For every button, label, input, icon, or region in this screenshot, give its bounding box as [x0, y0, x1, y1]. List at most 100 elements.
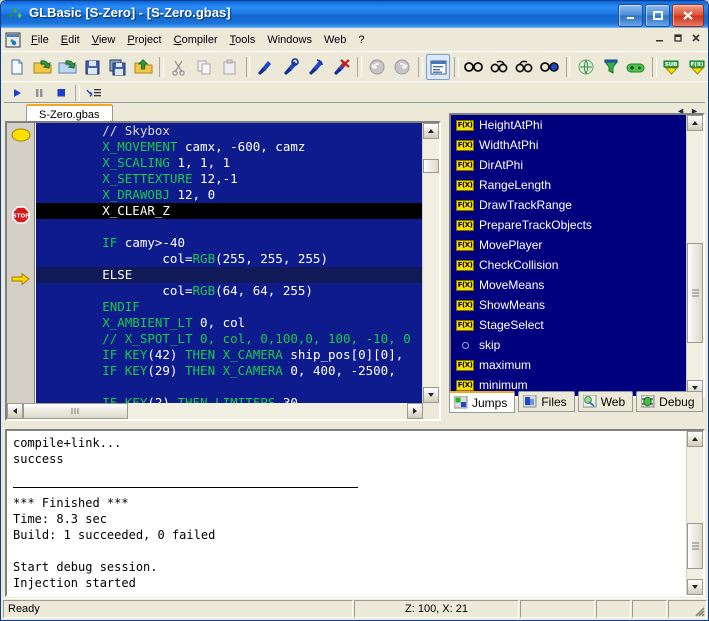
gamepad-button[interactable] [624, 54, 648, 80]
jumps-list-item[interactable]: F(X) ShowMeans [451, 295, 687, 315]
menu-view[interactable]: View [86, 32, 122, 48]
editor-vertical-scrollbar[interactable] [422, 123, 439, 403]
menu-file[interactable]: File [25, 32, 55, 48]
code-line[interactable]: col=RGB(64, 64, 255) [36, 283, 423, 299]
jumps-list-item[interactable]: F(X) DirAtPhi [451, 155, 687, 175]
code-line[interactable]: IF KEY(42) THEN X_CAMERA ship_pos[0][0], [36, 347, 423, 363]
paste-button[interactable] [217, 54, 241, 80]
jumps-list-item[interactable]: skip [451, 335, 687, 355]
jumps-vertical-scrollbar[interactable] [686, 115, 703, 396]
code-line[interactable]: X_AMBIENT_LT 0, col [36, 315, 423, 331]
editor-gutter[interactable]: STOP [7, 123, 35, 419]
code-line[interactable] [36, 219, 423, 235]
insert-sub-button[interactable]: SUB [660, 54, 684, 80]
code-line[interactable]: // Skybox [36, 123, 423, 139]
stop-build-button[interactable] [329, 54, 353, 80]
mdi-close-button[interactable] [688, 31, 704, 45]
menu-compiler[interactable]: Compiler [168, 32, 224, 48]
resize-grip-icon[interactable] [691, 603, 705, 617]
mdi-restore-button[interactable] [670, 31, 686, 45]
editor-scroll-thumb[interactable] [423, 159, 439, 173]
editor-hscroll-thumb[interactable] [23, 403, 128, 419]
jumps-list-item[interactable]: F(X) HeightAtPhi [451, 115, 687, 135]
code-line[interactable]: ELSE [36, 267, 423, 283]
tab-jumps[interactable]: Jumps [449, 391, 516, 413]
code-line[interactable]: IF camy>-40 [36, 235, 423, 251]
console-scroll-thumb[interactable] [687, 523, 703, 569]
copy-button[interactable] [192, 54, 216, 80]
menu-edit[interactable]: Edit [55, 32, 86, 48]
debug-pause-button[interactable] [28, 84, 50, 102]
jumps-list-item[interactable]: F(X) CheckCollision [451, 255, 687, 275]
code-line[interactable]: X_DRAWOBJ 12, 0 [36, 187, 423, 203]
build-button[interactable] [304, 54, 328, 80]
undo-button[interactable] [365, 54, 389, 80]
code-line[interactable] [36, 379, 423, 395]
jumps-list-item[interactable]: F(X) PrepareTrackObjects [451, 215, 687, 235]
save-all-button[interactable] [106, 54, 130, 80]
jumps-list-item[interactable]: F(X) maximum [451, 355, 687, 375]
output-console[interactable]: compile+link... success *** Finished *** T… [5, 429, 705, 597]
mdi-minimize-button[interactable] [652, 31, 668, 45]
bookmark-marker[interactable] [10, 127, 32, 143]
menu-windows[interactable]: Windows [261, 32, 318, 48]
jumps-list-item[interactable]: F(X) DrawTrackRange [451, 195, 687, 215]
find-in-files-button[interactable] [538, 54, 562, 80]
code-line[interactable]: ENDIF [36, 299, 423, 315]
compile-run-button[interactable] [279, 54, 303, 80]
compile-button[interactable] [253, 54, 277, 80]
jumps-panel[interactable]: F(X) HeightAtPhi F(X) WidthAtPhi F(X) DirAtPh… [449, 113, 705, 398]
insert-function-button[interactable]: F(X) [685, 54, 708, 80]
code-line[interactable]: IF KEY(2) THEN LIMITFPS 30 [36, 395, 423, 403]
output-window-button[interactable] [425, 54, 451, 80]
menu-tools[interactable]: Tools [224, 32, 262, 48]
code-line[interactable]: col=RGB(255, 255, 255) [36, 251, 423, 267]
jumps-scroll-up-button[interactable] [687, 115, 703, 131]
cut-button[interactable] [167, 54, 191, 80]
code-line[interactable]: X_SCALING 1, 1, 1 [36, 155, 423, 171]
console-vertical-scrollbar[interactable] [686, 431, 703, 595]
options-button[interactable] [599, 54, 623, 80]
open-file-button[interactable] [30, 54, 54, 80]
breakpoint-marker[interactable]: STOP [10, 206, 32, 224]
tab-files[interactable]: Files [518, 391, 575, 412]
maximize-button[interactable] [645, 4, 670, 27]
help-browser-button[interactable] [573, 54, 597, 80]
console-scroll-down-button[interactable] [687, 579, 703, 595]
code-editor[interactable]: STOP // Skybox X_MOVEMENT camx, -600, ca… [5, 121, 441, 421]
find-button[interactable] [462, 54, 486, 80]
editor-horizontal-scrollbar[interactable] [7, 403, 423, 419]
editor-scroll-left-button[interactable] [7, 403, 23, 419]
minimize-button[interactable] [618, 4, 643, 27]
redo-button[interactable] [390, 54, 414, 80]
code-line[interactable]: X_SETTEXTURE 12,-1 [36, 171, 423, 187]
code-text-area[interactable]: // Skybox X_MOVEMENT camx, -600, camz X_… [36, 123, 423, 403]
save-button[interactable] [81, 54, 105, 80]
find-previous-button[interactable] [512, 54, 536, 80]
jumps-list-item[interactable]: F(X) StageSelect [451, 315, 687, 335]
debug-stop-button[interactable] [50, 84, 72, 102]
editor-scroll-right-button[interactable] [407, 403, 423, 419]
tab-web[interactable]: Web [577, 391, 634, 412]
close-button[interactable] [672, 4, 704, 27]
export-button[interactable] [131, 54, 155, 80]
code-line[interactable]: X_CLEAR_Z [36, 203, 423, 219]
jumps-list-item[interactable]: F(X) MovePlayer [451, 235, 687, 255]
menu-project[interactable]: Project [121, 32, 167, 48]
open-project-button[interactable] [55, 54, 79, 80]
code-line[interactable]: X_MOVEMENT camx, -600, camz [36, 139, 423, 155]
new-file-button[interactable] [5, 54, 29, 80]
debug-run-button[interactable] [6, 84, 28, 102]
debug-step-button[interactable] [83, 84, 105, 102]
jumps-list-item[interactable]: F(X) RangeLength [451, 175, 687, 195]
editor-scroll-down-button[interactable] [423, 387, 439, 403]
editor-scroll-up-button[interactable] [423, 123, 439, 139]
menu-web[interactable]: Web [318, 32, 352, 48]
code-line[interactable]: IF KEY(29) THEN X_CAMERA 0, 400, -2500, [36, 363, 423, 379]
tab-debug[interactable]: Debug [636, 391, 703, 412]
find-next-button[interactable] [487, 54, 511, 80]
jumps-list[interactable]: F(X) HeightAtPhi F(X) WidthAtPhi F(X) DirAtPh… [451, 115, 687, 396]
code-line[interactable]: // X_SPOT_LT 0, col, 0,100,0, 100, -10, … [36, 331, 423, 347]
jumps-scroll-thumb[interactable] [687, 243, 703, 343]
document-system-icon[interactable] [5, 32, 21, 48]
